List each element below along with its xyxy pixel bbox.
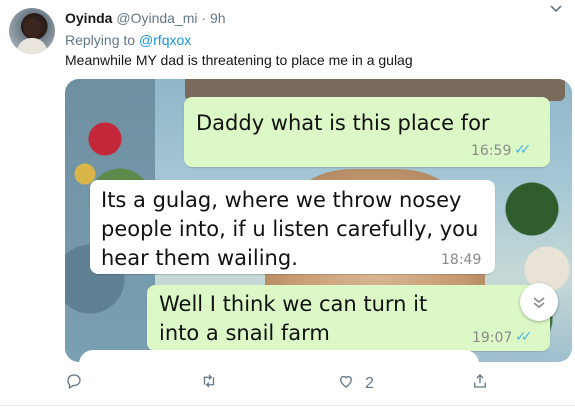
timestamp[interactable]: 9h bbox=[210, 10, 226, 26]
scroll-down-icon[interactable] bbox=[520, 283, 558, 321]
message-time: 16:59 bbox=[471, 143, 512, 159]
read-ticks-icon: ✓✓ bbox=[514, 142, 532, 158]
message-text: Daddy what is this place for bbox=[196, 111, 490, 135]
tweet-actions: 2 bbox=[65, 372, 545, 396]
replying-to: Replying to @rfqxox bbox=[65, 32, 191, 48]
share-icon bbox=[471, 372, 489, 395]
like-button[interactable]: 2 bbox=[337, 372, 374, 395]
message-time: 18:49 bbox=[441, 252, 482, 268]
avatar[interactable] bbox=[9, 8, 55, 54]
read-ticks-icon: ✓✓ bbox=[515, 329, 533, 345]
display-name[interactable]: Oyinda bbox=[65, 10, 112, 26]
chat-bubble-partial bbox=[79, 350, 479, 362]
retweet-button[interactable] bbox=[200, 372, 228, 395]
retweet-icon bbox=[200, 372, 218, 395]
replying-to-handle[interactable]: @rfqxox bbox=[139, 32, 191, 48]
chevron-down-icon[interactable] bbox=[549, 2, 563, 21]
message-text: Its a gulag, where we throw nosey people… bbox=[101, 188, 479, 270]
tweet-text: Meanwhile MY dad is threatening to place… bbox=[65, 52, 413, 68]
dot-separator: · bbox=[201, 10, 207, 26]
divider bbox=[0, 405, 575, 406]
tweet-header: Oyinda @Oyinda_mi · 9h bbox=[65, 10, 226, 26]
chat-bubble-outgoing: Well I think we can turn it into a snail… bbox=[147, 285, 550, 351]
like-count: 2 bbox=[365, 374, 374, 392]
handle[interactable]: @Oyinda_mi bbox=[116, 10, 197, 26]
share-button[interactable] bbox=[471, 372, 489, 395]
chat-bubble-incoming: Its a gulag, where we throw nosey people… bbox=[90, 180, 495, 274]
message-time: 19:07 bbox=[472, 330, 513, 346]
reply-icon bbox=[65, 372, 83, 395]
reply-button[interactable] bbox=[65, 372, 93, 395]
like-icon bbox=[337, 372, 355, 395]
media-image[interactable]: Daddy what is this place for 16:59 ✓✓ It… bbox=[65, 79, 572, 362]
chat-bubble-outgoing: Daddy what is this place for 16:59 ✓✓ bbox=[184, 97, 550, 167]
message-text: Well I think we can turn it into a snail… bbox=[159, 292, 428, 345]
replying-prefix: Replying to bbox=[65, 32, 136, 48]
